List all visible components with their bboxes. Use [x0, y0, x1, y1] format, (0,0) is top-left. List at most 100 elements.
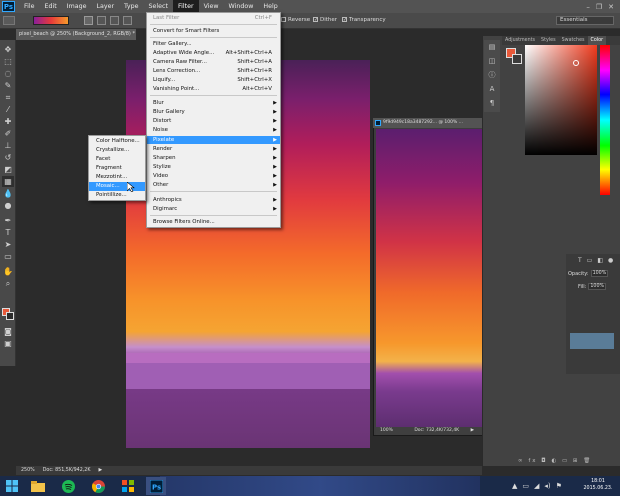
menu-item-last-filter[interactable]: Last Filter Ctrl+F	[147, 14, 280, 22]
reverse-option[interactable]: Reverse	[281, 17, 310, 23]
angle-gradient-icon[interactable]	[110, 16, 119, 25]
menu-item-digimarc[interactable]: Digimarc ▶	[147, 205, 280, 213]
hue-slider[interactable]	[600, 45, 610, 195]
trash-icon[interactable]: 🗑	[583, 458, 592, 464]
background-color-swatch[interactable]	[6, 312, 14, 320]
floating-zoom-value[interactable]: 100%	[380, 428, 393, 433]
reflected-gradient-icon[interactable]	[123, 16, 132, 25]
menu-item-mezzotint[interactable]: Mezzotint...	[89, 173, 145, 182]
menu-image[interactable]: Image	[62, 0, 92, 13]
fill-input[interactable]: 100%	[588, 283, 607, 290]
group-icon[interactable]: ▭	[562, 458, 569, 464]
tab-adjustments[interactable]: Adjustments	[502, 36, 538, 45]
volume-icon[interactable]: ◂)	[544, 482, 550, 490]
mask-icon[interactable]: ◘	[541, 458, 547, 464]
fx-icon[interactable]: fx	[528, 458, 537, 464]
status-arrow-icon[interactable]: ▶	[99, 466, 103, 475]
windows-start-icon[interactable]	[2, 477, 22, 495]
tab-color[interactable]: Color	[587, 36, 607, 45]
menu-item-distort[interactable]: Distort ▶	[147, 117, 280, 125]
radial-gradient-icon[interactable]	[97, 16, 106, 25]
stamp-tool-icon[interactable]: ⊥	[2, 140, 14, 151]
menu-item-filter-gallery[interactable]: Filter Gallery...	[147, 40, 280, 48]
menu-item-browse-filters-online[interactable]: Browse Filters Online...	[147, 218, 280, 226]
menu-item-stylize[interactable]: Stylize ▶	[147, 163, 280, 171]
marquee-tool-icon[interactable]: ⬚	[2, 56, 14, 67]
menu-type[interactable]: Type	[119, 0, 143, 13]
adjustment-icon[interactable]: ◐	[551, 458, 558, 464]
flag-icon[interactable]: ⚑	[556, 482, 562, 490]
eraser-tool-icon[interactable]: ◩	[2, 164, 14, 175]
chrome-icon[interactable]	[88, 477, 108, 495]
properties-panel-icon[interactable]: ◫	[486, 56, 498, 66]
path-select-tool-icon[interactable]: ➤	[2, 239, 14, 250]
zoom-tool-icon[interactable]: ⌕	[2, 278, 14, 289]
status-arrow-icon[interactable]: ▶	[471, 428, 474, 433]
color-picker-field[interactable]	[525, 45, 597, 155]
close-icon[interactable]: ✕	[608, 3, 614, 11]
menu-item-convert-smart-filters[interactable]: Convert for Smart Filters	[147, 27, 280, 35]
workspace-select[interactable]: Essentials	[556, 16, 614, 25]
menu-item-video[interactable]: Video ▶	[147, 172, 280, 180]
menu-edit[interactable]: Edit	[40, 0, 62, 13]
crop-tool-icon[interactable]: ⌗	[2, 92, 14, 103]
minimize-icon[interactable]: –	[586, 3, 590, 11]
smart-object-filter-icon[interactable]: ◧	[597, 257, 603, 264]
zoom-value[interactable]: 250%	[21, 466, 35, 475]
menu-item-blur[interactable]: Blur ▶	[147, 99, 280, 107]
menu-item-lens-correction[interactable]: Lens Correction... Shift+Ctrl+R	[147, 67, 280, 75]
taskbar-clock[interactable]: 18:01 2015.06.23.	[578, 478, 618, 494]
menu-layer[interactable]: Layer	[91, 0, 119, 13]
menu-item-sharpen[interactable]: Sharpen ▶	[147, 154, 280, 162]
menu-item-other[interactable]: Other ▶	[147, 181, 280, 189]
move-tool-icon[interactable]: ✥	[2, 44, 14, 55]
gradient-preview[interactable]	[33, 16, 69, 25]
menu-item-mosaic[interactable]: Mosaic...	[89, 182, 145, 191]
menu-item-noise[interactable]: Noise ▶	[147, 126, 280, 134]
menu-item-adaptive-wide-angle[interactable]: Adaptive Wide Angle... Alt+Shift+Ctrl+A	[147, 49, 280, 57]
menu-item-anthropics[interactable]: Anthropics ▶	[147, 196, 280, 204]
paragraph-panel-icon[interactable]: ¶	[486, 98, 498, 108]
screen-mode-icon[interactable]: ▣	[2, 338, 14, 349]
menu-item-camera-raw-filter[interactable]: Camera Raw Filter... Shift+Ctrl+A	[147, 58, 280, 66]
quick-mask-icon[interactable]: ◙	[2, 326, 14, 337]
tool-preset-icon[interactable]	[3, 16, 15, 25]
network-icon[interactable]: ◢	[534, 482, 539, 490]
menu-item-pointillize[interactable]: Pointillize...	[89, 191, 145, 200]
menu-item-fragment[interactable]: Fragment	[89, 164, 145, 173]
opacity-input[interactable]: 100%	[590, 270, 609, 277]
menu-item-facet[interactable]: Facet	[89, 155, 145, 164]
gradient-tool-icon[interactable]: ▦	[2, 176, 14, 187]
history-panel-icon[interactable]: ▤	[486, 42, 498, 52]
restore-icon[interactable]: ❐	[596, 3, 602, 11]
eyedropper-tool-icon[interactable]: ⁄	[2, 104, 14, 115]
menu-item-vanishing-point[interactable]: Vanishing Point... Alt+Ctrl+V	[147, 85, 280, 93]
history-brush-tool-icon[interactable]: ↺	[2, 152, 14, 163]
blur-tool-icon[interactable]: 💧	[2, 188, 14, 199]
tab-swatches[interactable]: Swatches	[559, 36, 588, 45]
dither-option[interactable]: ✓ Dither	[313, 17, 337, 23]
pen-tool-icon[interactable]: ✒	[2, 215, 14, 226]
document-tab[interactable]: pixel_beach @ 250% (Background_2, RGB/8)…	[16, 29, 136, 40]
tab-styles[interactable]: Styles	[538, 36, 559, 45]
apps-grid-icon[interactable]	[118, 477, 138, 495]
type-tool-icon[interactable]: T	[2, 227, 14, 238]
menu-item-color-halftone[interactable]: Color Halftone...	[89, 137, 145, 146]
layer-row-selected[interactable]	[570, 333, 614, 349]
battery-icon[interactable]: ▭	[522, 482, 529, 490]
quick-select-tool-icon[interactable]: ✎	[2, 80, 14, 91]
photoshop-icon[interactable]: Ps	[146, 477, 166, 495]
menu-file[interactable]: File	[19, 0, 40, 13]
type-filter-icon[interactable]: T	[578, 257, 582, 264]
lasso-tool-icon[interactable]: ◌	[2, 68, 14, 79]
file-explorer-icon[interactable]	[28, 477, 48, 495]
info-panel-icon[interactable]: ⓘ	[486, 70, 498, 80]
link-icon[interactable]: ∞	[518, 458, 525, 464]
character-panel-icon[interactable]: A	[486, 84, 498, 94]
filter-toggle-icon[interactable]: ●	[608, 257, 613, 264]
reverse-checkbox[interactable]	[281, 17, 286, 22]
dither-checkbox[interactable]: ✓	[313, 17, 318, 23]
transparency-checkbox[interactable]: ✓	[342, 17, 347, 23]
brush-tool-icon[interactable]: ✐	[2, 128, 14, 139]
menu-item-liquify[interactable]: Liquify... Shift+Ctrl+X	[147, 76, 280, 84]
